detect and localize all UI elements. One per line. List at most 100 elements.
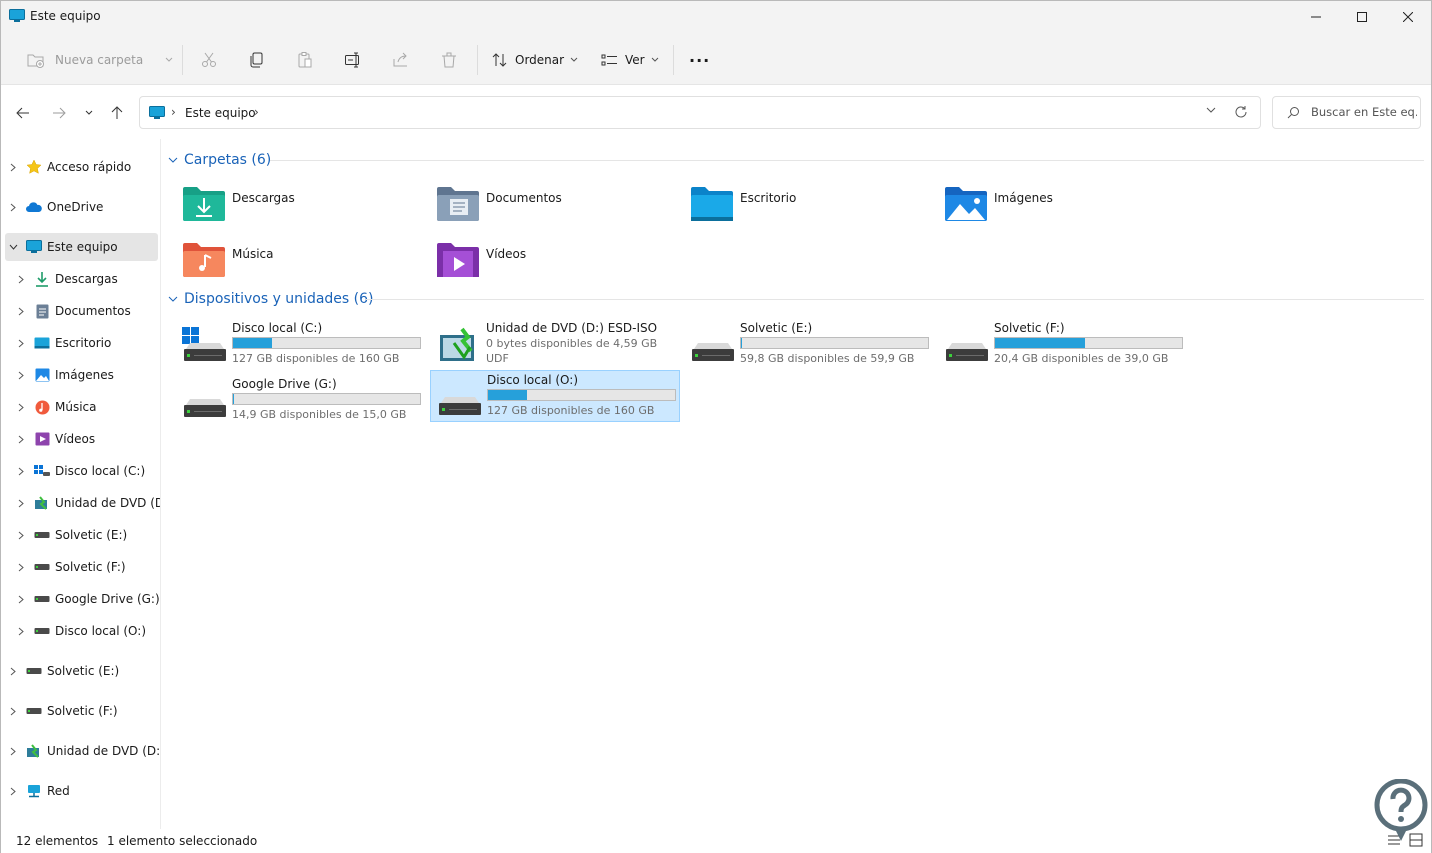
sidebar-item-documentos[interactable]: Documentos bbox=[13, 297, 158, 325]
rename-icon bbox=[345, 52, 359, 68]
sidebar-item-onedrive[interactable]: OneDrive bbox=[5, 193, 158, 221]
sidebar-item-musica[interactable]: Música bbox=[13, 393, 158, 421]
document-icon bbox=[33, 303, 51, 319]
drive-free-space: 0 bytes disponibles de 4,59 GB bbox=[486, 337, 658, 350]
chevron-right-icon[interactable] bbox=[13, 467, 29, 476]
sidebar-item-solvetic-e[interactable]: Solvetic (E:) bbox=[13, 521, 158, 549]
chevron-right-icon[interactable] bbox=[13, 563, 29, 572]
chevron-down-icon[interactable] bbox=[1206, 106, 1216, 114]
sidebar-item-google-drive-g[interactable]: Google Drive (G:) bbox=[13, 585, 160, 613]
sidebar-item-disco-c[interactable]: Disco local (C:) bbox=[13, 457, 158, 485]
minimize-icon bbox=[1311, 16, 1321, 18]
sidebar-item-videos[interactable]: Vídeos bbox=[13, 425, 158, 453]
downloads-folder-icon bbox=[183, 187, 225, 221]
chevron-right-icon[interactable] bbox=[13, 307, 29, 316]
chevron-right-icon[interactable] bbox=[13, 499, 29, 508]
chevron-right-icon[interactable] bbox=[13, 435, 29, 444]
new-folder-button[interactable]: Nueva carpeta bbox=[27, 47, 173, 73]
sidebar-item-dvd-d[interactable]: Unidad de DVD (D:) bbox=[13, 489, 160, 517]
chevron-right-icon[interactable] bbox=[13, 371, 29, 380]
chevron-down-icon bbox=[570, 57, 578, 62]
sidebar-item-solvetic-f-root[interactable]: Solvetic (F:) bbox=[5, 697, 158, 725]
share-button[interactable] bbox=[392, 47, 410, 73]
paste-button[interactable] bbox=[296, 47, 314, 73]
folder-documentos[interactable]: Documentos bbox=[416, 177, 666, 229]
sidebar-item-label: Descargas bbox=[55, 272, 118, 286]
drive-tile[interactable]: Solvetic (F:) 20,4 GB disponibles de 39,… bbox=[924, 317, 1183, 369]
sidebar-item-descargas[interactable]: Descargas bbox=[13, 265, 158, 293]
drives-group-header[interactable]: Dispositivos y unidades (6) bbox=[168, 291, 374, 307]
more-options-button[interactable]: ··· bbox=[689, 47, 710, 73]
chevron-right-icon[interactable] bbox=[5, 667, 21, 676]
drive-icon bbox=[946, 343, 988, 361]
chevron-right-icon[interactable] bbox=[5, 163, 21, 172]
close-button[interactable] bbox=[1385, 1, 1431, 33]
drive-tile[interactable]: Unidad de DVD (D:) ESD-ISO 0 bytes dispo… bbox=[416, 317, 666, 369]
chevron-right-icon[interactable] bbox=[13, 595, 29, 604]
windows-drive-icon bbox=[33, 463, 51, 479]
sidebar-item-solvetic-f[interactable]: Solvetic (F:) bbox=[13, 553, 158, 581]
sidebar-item-este-equipo[interactable]: Este equipo bbox=[5, 233, 158, 261]
chevron-right-icon[interactable] bbox=[5, 747, 21, 756]
chevron-right-icon[interactable] bbox=[13, 275, 29, 284]
drive-tile[interactable]: Google Drive (G:) 14,9 GB disponibles de… bbox=[162, 373, 421, 425]
sidebar-item-label: Vídeos bbox=[55, 432, 96, 446]
sidebar-item-dvd-d-root[interactable]: Unidad de DVD (D:) bbox=[5, 737, 160, 765]
folder-imagenes[interactable]: Imágenes bbox=[924, 177, 1174, 229]
toolbar-divider bbox=[477, 45, 478, 75]
forward-button[interactable] bbox=[49, 103, 69, 123]
drive-tile-selected[interactable]: Disco local (O:) 127 GB disponibles de 1… bbox=[430, 370, 680, 422]
rename-button[interactable] bbox=[344, 47, 362, 73]
video-icon bbox=[33, 431, 51, 447]
sidebar-item-disco-o[interactable]: Disco local (O:) bbox=[13, 617, 158, 645]
chevron-right-icon[interactable] bbox=[5, 787, 21, 796]
sort-button[interactable]: Ordenar bbox=[491, 47, 578, 73]
up-button[interactable] bbox=[107, 103, 127, 123]
chevron-down-icon[interactable] bbox=[5, 244, 21, 250]
copy-button[interactable] bbox=[248, 47, 266, 73]
search-input[interactable] bbox=[1311, 105, 1417, 119]
sidebar-item-red[interactable]: Red bbox=[5, 777, 158, 805]
sort-icon bbox=[492, 53, 507, 67]
chevron-right-icon[interactable] bbox=[13, 627, 29, 636]
chevron-right-icon[interactable] bbox=[5, 707, 21, 716]
delete-button[interactable] bbox=[440, 47, 458, 73]
back-button[interactable] bbox=[13, 103, 33, 123]
pc-icon bbox=[149, 106, 165, 119]
breadcrumb-separator[interactable]: › bbox=[254, 105, 259, 119]
drive-usage-fill bbox=[233, 338, 273, 348]
drive-tile[interactable]: Disco local (C:) 127 GB disponibles de 1… bbox=[162, 317, 421, 369]
view-button[interactable]: Ver bbox=[601, 47, 659, 73]
sidebar-item-escritorio[interactable]: Escritorio bbox=[13, 329, 158, 357]
folder-videos[interactable]: Vídeos bbox=[416, 233, 666, 285]
drive-usage-fill bbox=[233, 394, 235, 404]
window-title: Este equipo bbox=[30, 9, 101, 23]
breadcrumb-separator[interactable]: › bbox=[171, 105, 176, 119]
folder-escritorio[interactable]: Escritorio bbox=[670, 177, 920, 229]
sidebar-item-imagenes[interactable]: Imágenes bbox=[13, 361, 158, 389]
drive-tile[interactable]: Solvetic (E:) 59,8 GB disponibles de 59,… bbox=[670, 317, 929, 369]
sidebar-item-solvetic-e-root[interactable]: Solvetic (E:) bbox=[5, 657, 158, 685]
breadcrumb-este-equipo[interactable]: Este equipo bbox=[185, 106, 256, 120]
chevron-down-icon bbox=[168, 296, 178, 302]
address-bar[interactable]: › Este equipo › bbox=[139, 96, 1261, 129]
drive-usage-bar bbox=[487, 389, 676, 401]
chevron-right-icon[interactable] bbox=[13, 403, 29, 412]
chevron-right-icon[interactable] bbox=[5, 203, 21, 212]
new-folder-label: Nueva carpeta bbox=[55, 53, 144, 67]
cut-button[interactable] bbox=[200, 47, 218, 73]
recent-locations-button[interactable] bbox=[79, 103, 99, 123]
search-box[interactable] bbox=[1272, 96, 1421, 129]
maximize-button[interactable] bbox=[1339, 1, 1385, 33]
folder-descargas[interactable]: Descargas bbox=[162, 177, 412, 229]
drive-usage-fill bbox=[488, 390, 528, 400]
chevron-right-icon[interactable] bbox=[13, 531, 29, 540]
folder-musica[interactable]: Música bbox=[162, 233, 412, 285]
sidebar-item-acceso-rapido[interactable]: Acceso rápido bbox=[5, 153, 158, 181]
chevron-right-icon[interactable] bbox=[13, 339, 29, 348]
dvd-icon bbox=[33, 495, 51, 511]
folders-group-header[interactable]: Carpetas (6) bbox=[168, 152, 271, 168]
minimize-button[interactable] bbox=[1293, 1, 1339, 33]
refresh-icon[interactable] bbox=[1234, 105, 1248, 119]
windows-drive-icon bbox=[182, 327, 226, 361]
